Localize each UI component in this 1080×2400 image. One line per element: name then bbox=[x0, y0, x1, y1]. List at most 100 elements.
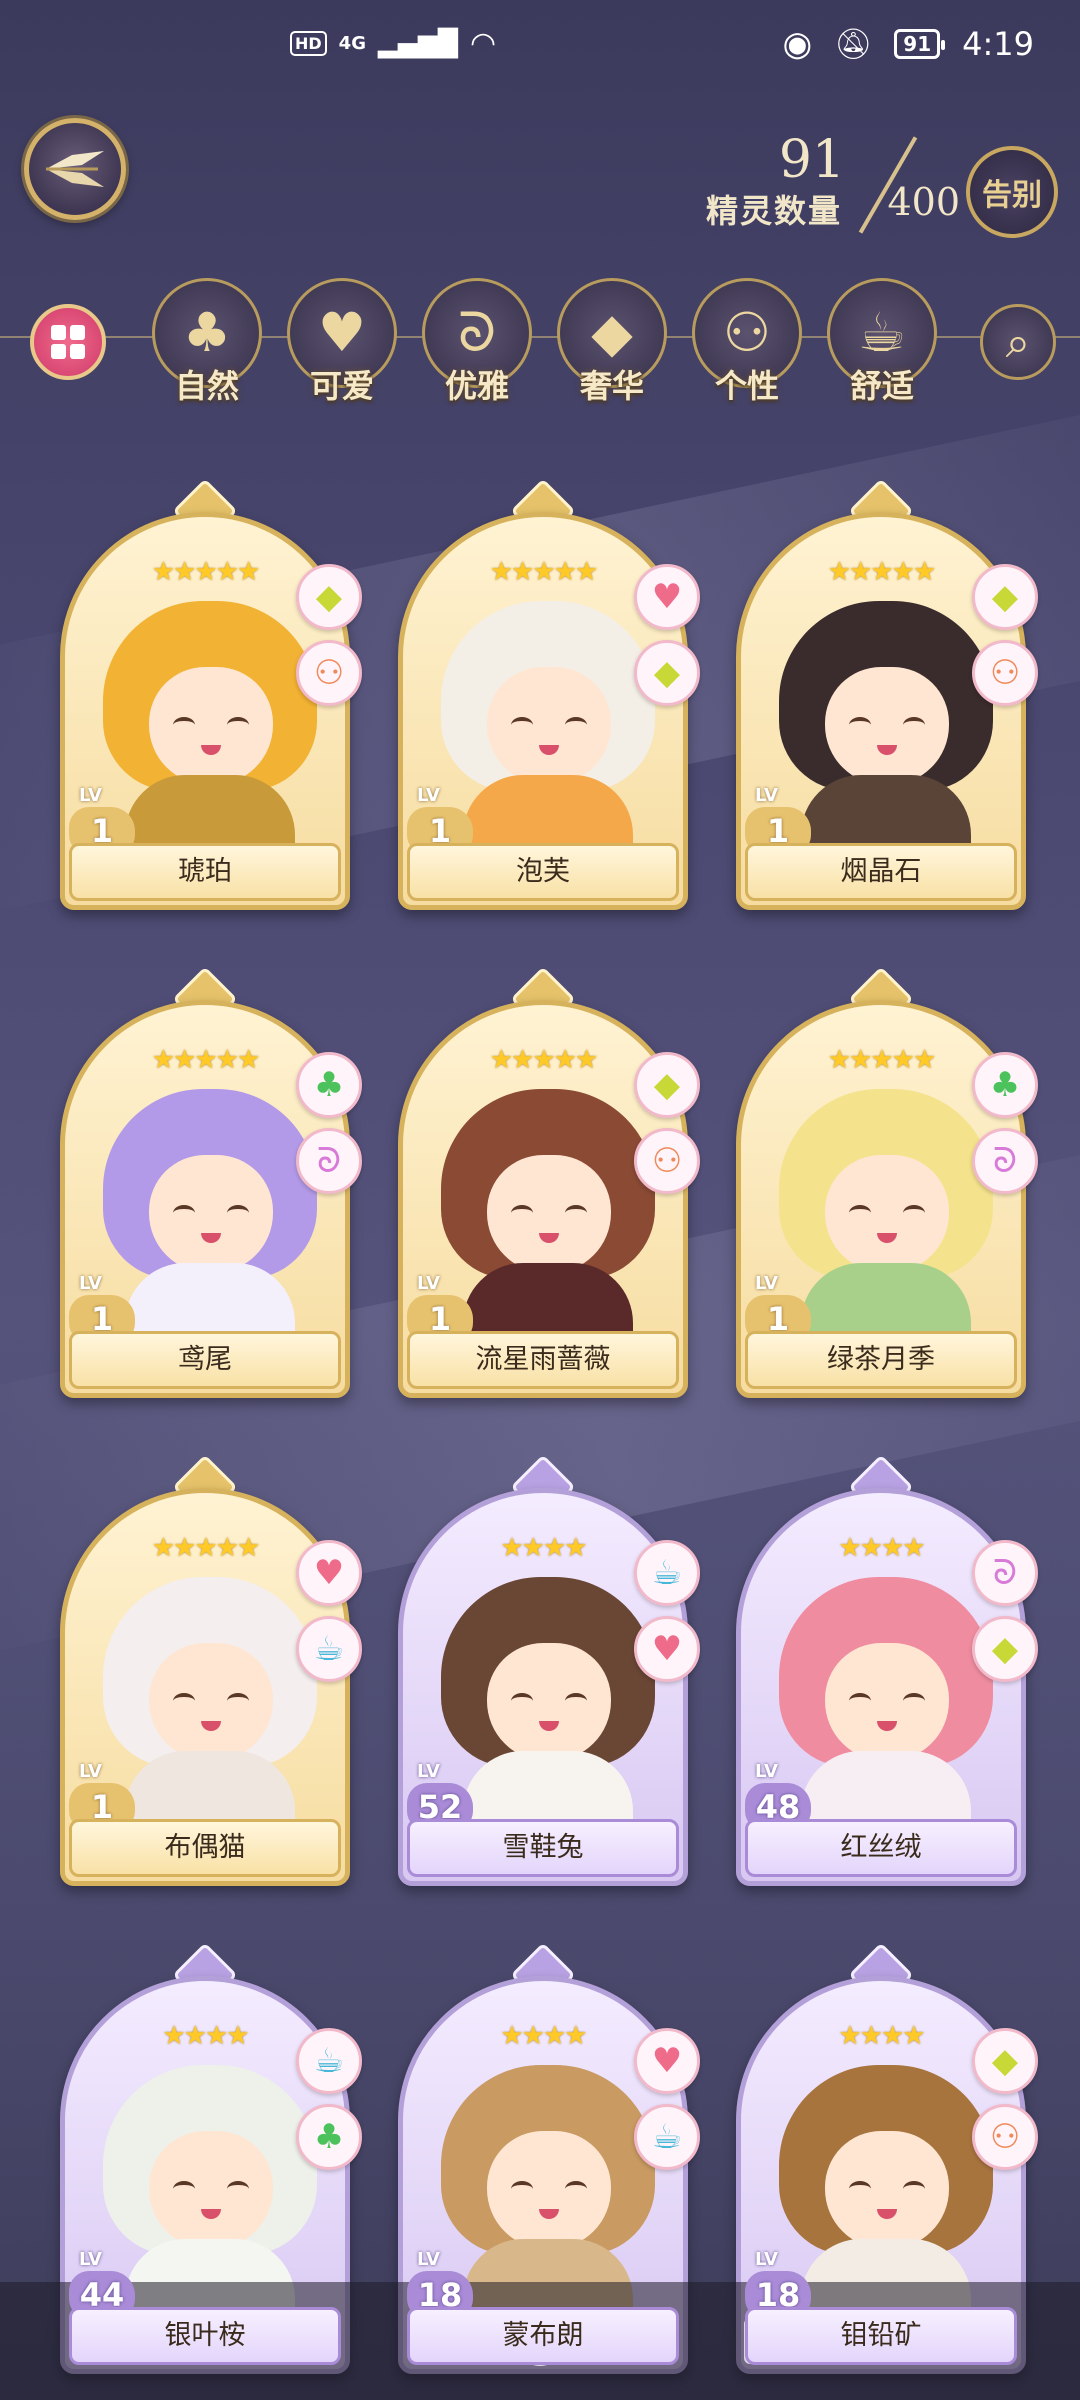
level-tag: LV bbox=[417, 1761, 440, 1782]
swan-icon: ᘐ bbox=[296, 1128, 362, 1194]
level-tag: LV bbox=[755, 1273, 778, 1294]
swan-icon: ᘐ bbox=[457, 301, 497, 364]
spirit-count-current: 91 bbox=[778, 130, 845, 190]
heart-icon: ♥ bbox=[296, 1540, 362, 1606]
teacup-icon: ☕ bbox=[634, 2104, 700, 2170]
spirit-card[interactable]: ★★★★ LV 18 钼铅矿 ◆ ⚇ bbox=[736, 1942, 1038, 2374]
heart-icon: ♥ bbox=[634, 564, 700, 630]
diamond-icon: ◆ bbox=[634, 1052, 700, 1118]
mute-bell-icon: 🔕︎ bbox=[834, 26, 873, 62]
filter-cute[interactable]: ♥ 可爱 bbox=[287, 278, 397, 405]
clover-icon: ♣ bbox=[296, 1052, 362, 1118]
spirit-count: 91 精灵数量 400 bbox=[660, 130, 960, 240]
character-face bbox=[825, 1155, 949, 1273]
level-tag: LV bbox=[417, 1273, 440, 1294]
diamond-icon: ◆ bbox=[972, 2028, 1038, 2094]
glasses-icon: ⚇ bbox=[972, 2104, 1038, 2170]
character-face bbox=[487, 1155, 611, 1273]
filter-luxury[interactable]: ◆ 奢华 bbox=[557, 278, 667, 405]
character-face bbox=[149, 1643, 273, 1761]
heart-icon: ♥ bbox=[634, 1616, 700, 1682]
spirit-card[interactable]: ★★★★★ LV 1 泡芙 ♥ ◆ bbox=[398, 478, 700, 910]
spirit-count-label: 精灵数量 bbox=[705, 192, 842, 230]
character-face bbox=[487, 1643, 611, 1761]
teacup-icon: ☕ bbox=[857, 301, 907, 364]
filter-label: 自然 bbox=[174, 367, 239, 405]
filter-elegant[interactable]: ᘐ 优雅 bbox=[422, 278, 532, 405]
character-face bbox=[825, 667, 949, 785]
filter-comfort[interactable]: ☕ 舒适 bbox=[827, 278, 937, 405]
character-face bbox=[149, 667, 273, 785]
glasses-icon: ⚇ bbox=[722, 301, 772, 364]
diamond-icon: ◆ bbox=[972, 1616, 1038, 1682]
heart-icon: ♥ bbox=[317, 301, 367, 364]
diamond-icon: ◆ bbox=[634, 640, 700, 706]
spirit-card[interactable]: ★★★★★ LV 1 绿茶月季 ♣ ᘐ bbox=[736, 966, 1038, 1398]
spirit-card[interactable]: ★★★★★ LV 1 布偶猫 ♥ ☕ bbox=[60, 1454, 362, 1886]
spirit-name: 蒙布朗 bbox=[407, 2307, 679, 2365]
signal-icon: ▂▄▆█ bbox=[377, 28, 458, 59]
spirit-card[interactable]: ★★★★★ LV 1 琥珀 ◆ ⚇ bbox=[60, 478, 362, 910]
level-tag: LV bbox=[755, 785, 778, 806]
search-icon: ⌕ bbox=[1005, 316, 1031, 368]
filter-all-button[interactable] bbox=[30, 304, 106, 380]
spirit-card[interactable]: ★★★★★ LV 1 烟晶石 ◆ ⚇ bbox=[736, 478, 1038, 910]
spirit-name: 绿茶月季 bbox=[745, 1331, 1017, 1389]
glasses-icon: ⚇ bbox=[972, 640, 1038, 706]
battery-indicator: 91 bbox=[894, 29, 945, 59]
level-tag: LV bbox=[79, 1273, 102, 1294]
spirit-name: 银叶桉 bbox=[69, 2307, 341, 2365]
filter-label: 奢华 bbox=[579, 367, 644, 405]
filter-personality[interactable]: ⚇ 个性 bbox=[692, 278, 802, 405]
status-right: ◉ 🔕︎ 91 4:19 bbox=[783, 24, 1034, 64]
spirit-card[interactable]: ★★★★ LV 18 蒙布朗 ♥ ☕ bbox=[398, 1942, 700, 2374]
filter-bar: ♣ 自然 ♥ 可爱 ᘐ 优雅 ◆ 奢华 ⚇ 个性 ☕ 舒适 ⌕ bbox=[0, 278, 1080, 408]
spirit-name: 红丝绒 bbox=[745, 1819, 1017, 1877]
wifi-icon: ◠ bbox=[469, 26, 497, 61]
clover-icon: ♣ bbox=[296, 2104, 362, 2170]
spirit-card[interactable]: ★★★★★ LV 1 鸢尾 ♣ ᘐ bbox=[60, 966, 362, 1398]
spirit-card[interactable]: ★★★★ LV 48 红丝绒 ᘐ ◆ bbox=[736, 1454, 1038, 1886]
character-face bbox=[825, 1643, 949, 1761]
spirit-card[interactable]: ★★★★ LV 52 雪鞋兔 ☕ ♥ bbox=[398, 1454, 700, 1886]
status-left: HD 4G ▂▄▆█ ◠ bbox=[290, 26, 496, 61]
filter-nature[interactable]: ♣ 自然 bbox=[152, 278, 262, 405]
grid-icon bbox=[51, 325, 85, 359]
spirit-card[interactable]: ★★★★ LV 44 银叶桉 ☕ ♣ bbox=[60, 1942, 362, 2374]
spirit-name: 雪鞋兔 bbox=[407, 1819, 679, 1877]
heart-icon: ♥ bbox=[634, 2028, 700, 2094]
glasses-icon: ⚇ bbox=[634, 1128, 700, 1194]
filter-label: 舒适 bbox=[849, 367, 914, 405]
character-face bbox=[487, 2131, 611, 2249]
glasses-icon: ⚇ bbox=[296, 640, 362, 706]
level-tag: LV bbox=[79, 785, 102, 806]
spirit-name: 泡芙 bbox=[407, 843, 679, 901]
hd-badge: HD bbox=[290, 31, 327, 56]
teacup-icon: ☕ bbox=[296, 2028, 362, 2094]
spirit-name: 布偶猫 bbox=[69, 1819, 341, 1877]
level-tag: LV bbox=[79, 2249, 102, 2270]
spirit-name: 鸢尾 bbox=[69, 1331, 341, 1389]
status-bar: HD 4G ▂▄▆█ ◠ ◉ 🔕︎ 91 4:19 bbox=[0, 0, 1080, 90]
character-face bbox=[149, 1155, 273, 1273]
spirit-name: 琥珀 bbox=[69, 843, 341, 901]
filter-label: 优雅 bbox=[444, 367, 509, 405]
clover-icon: ♣ bbox=[182, 301, 232, 364]
filter-label: 可爱 bbox=[309, 367, 374, 405]
clock: 4:19 bbox=[962, 25, 1034, 63]
diamond-icon: ◆ bbox=[972, 564, 1038, 630]
spirit-count-max: 400 bbox=[887, 180, 960, 224]
level-tag: LV bbox=[755, 1761, 778, 1782]
filter-label: 个性 bbox=[714, 367, 779, 405]
teacup-icon: ☕ bbox=[634, 1540, 700, 1606]
back-button[interactable] bbox=[24, 118, 126, 220]
spirit-card[interactable]: ★★★★★ LV 1 流星雨蔷薇 ◆ ⚇ bbox=[398, 966, 700, 1398]
spirit-name: 流星雨蔷薇 bbox=[407, 1331, 679, 1389]
level-tag: LV bbox=[417, 785, 440, 806]
teacup-icon: ☕ bbox=[296, 1616, 362, 1682]
farewell-button[interactable]: 告别 bbox=[966, 146, 1058, 238]
diamond-icon: ◆ bbox=[296, 564, 362, 630]
search-button[interactable]: ⌕ bbox=[980, 304, 1056, 380]
swan-icon: ᘐ bbox=[972, 1540, 1038, 1606]
character-face bbox=[487, 667, 611, 785]
